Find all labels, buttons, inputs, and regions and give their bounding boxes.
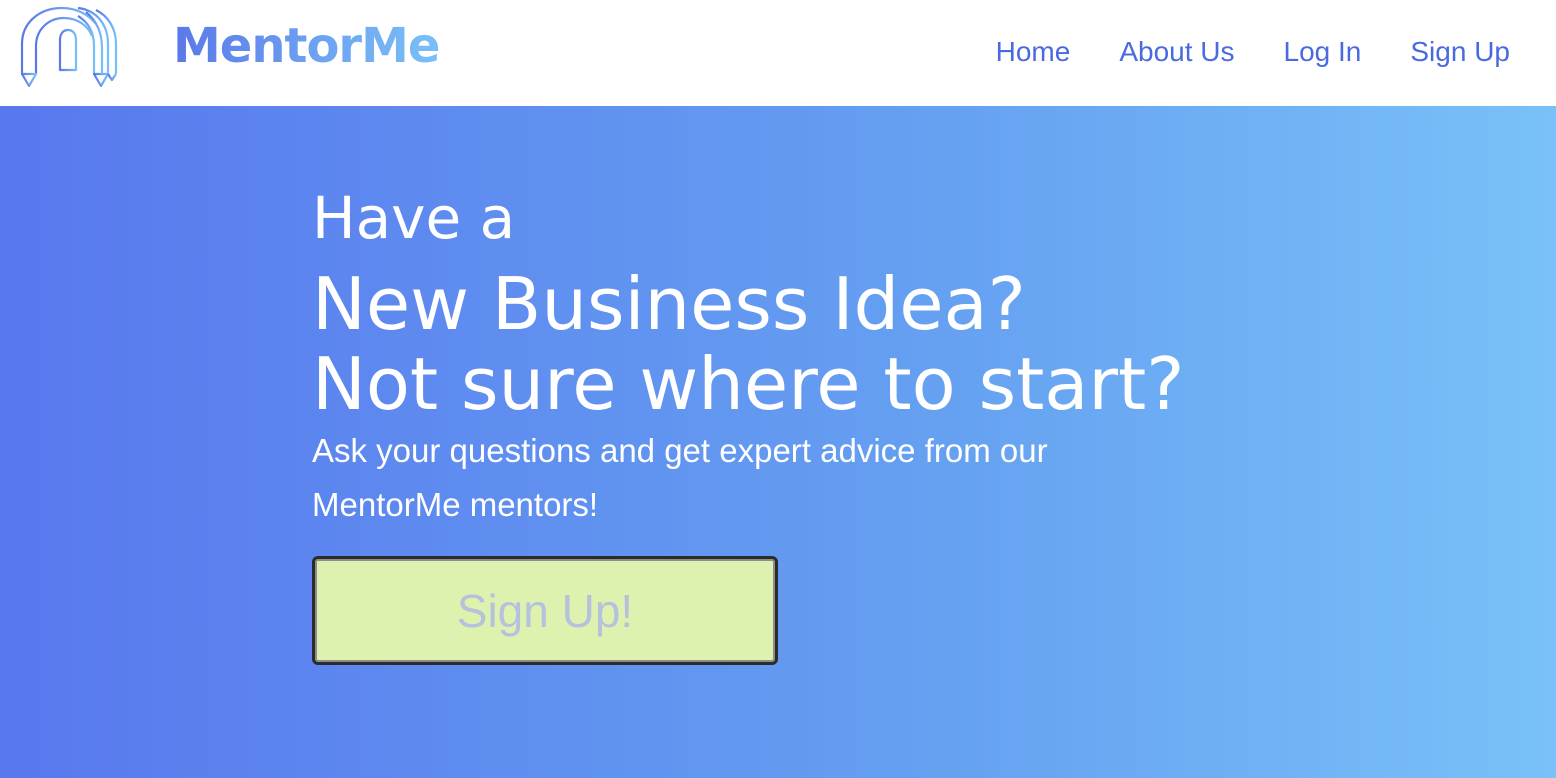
- main-nav: Home About Us Log In Sign Up: [947, 33, 1510, 71]
- hero-content: Have a New Business Idea? Not sure where…: [312, 178, 1272, 532]
- nav-about-link[interactable]: About Us: [1119, 33, 1234, 71]
- site-header: MentorMe Home About Us Log In Sign Up: [0, 0, 1556, 106]
- nav-login-link[interactable]: Log In: [1284, 33, 1362, 71]
- nav-signup-link[interactable]: Sign Up: [1410, 33, 1510, 71]
- hero-signup-button[interactable]: Sign Up!: [312, 556, 778, 665]
- brand-name[interactable]: MentorMe: [173, 14, 440, 78]
- hero-headline: New Business Idea? Not sure where to sta…: [312, 264, 1272, 424]
- nav-home-link[interactable]: Home: [996, 33, 1071, 71]
- hero-headline-line1: New Business Idea?: [312, 262, 1026, 346]
- hero-eyebrow: Have a: [312, 184, 516, 252]
- mentorme-logo-icon[interactable]: [16, 4, 122, 94]
- hero-subtext: Ask your questions and get expert advice…: [312, 432, 1048, 523]
- hero-headline-line2: Not sure where to start?: [312, 342, 1185, 426]
- hero-section: Have a New Business Idea? Not sure where…: [0, 106, 1556, 778]
